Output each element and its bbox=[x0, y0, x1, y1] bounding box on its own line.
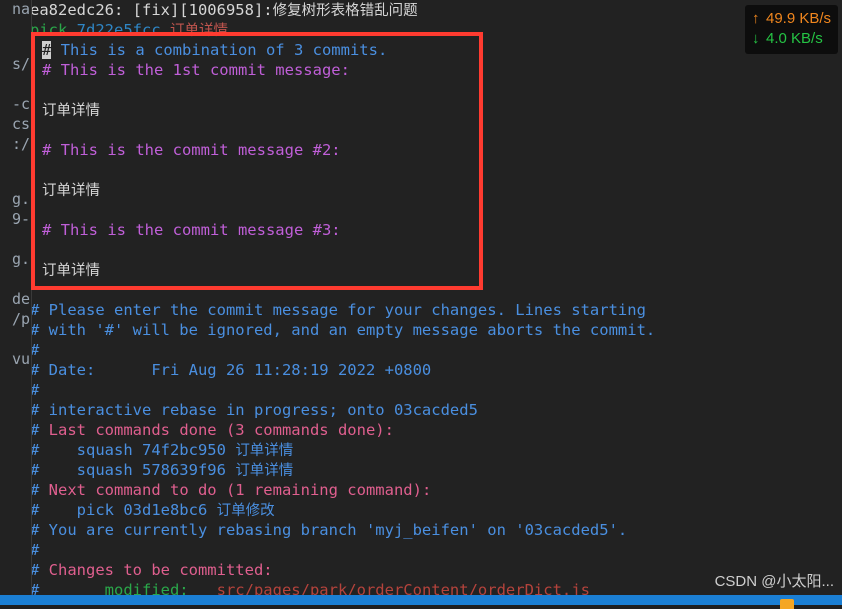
terminal-line: # This is the 1st commit message: bbox=[42, 60, 350, 80]
taskbar-indicator bbox=[780, 599, 794, 609]
terminal-text-segment: # Please enter the commit message for yo… bbox=[32, 301, 646, 319]
text-cursor: # bbox=[42, 41, 52, 59]
terminal-text-segment: # with '#' will be ignored, and an empty… bbox=[32, 321, 656, 339]
terminal-line: # pick 03d1e8bc6 订单修改 bbox=[32, 500, 275, 520]
terminal-text-segment: # bbox=[32, 541, 39, 559]
terminal-line: # Changes to be committed: bbox=[32, 560, 273, 580]
download-speed-value: 4.0 KB/s bbox=[766, 30, 823, 47]
terminal-text-segment: # bbox=[32, 481, 49, 499]
gutter-text-fragment: na bbox=[11, 0, 30, 18]
terminal-text-segment: # You are currently rebasing branch 'myj… bbox=[32, 521, 628, 539]
terminal-text-segment: # bbox=[32, 381, 39, 399]
terminal-text-segment: 订单详情 bbox=[235, 443, 294, 459]
terminal-text-segment: This is a combination of 3 commits. bbox=[51, 41, 388, 59]
terminal-text-segment: # squash 578639f96 bbox=[32, 461, 236, 479]
terminal-text-segment: pick bbox=[32, 21, 77, 39]
download-speed-row: ↓ 4.0 KB/s bbox=[752, 29, 831, 49]
terminal-text-segment: # This is the commit message #3: bbox=[42, 221, 341, 239]
terminal-text-segment: 7d22e5fcc bbox=[76, 21, 170, 39]
left-gutter-column: na s/ -c cs :/ g. 9- g. de/p vu bbox=[0, 0, 31, 605]
csdn-watermark: CSDN @小太阳... bbox=[714, 573, 834, 590]
terminal-text-segment: 订单详情 bbox=[170, 23, 228, 39]
upload-speed-value: 49.9 KB/s bbox=[766, 10, 832, 27]
gutter-text-fragment: vu bbox=[11, 350, 30, 368]
terminal-line: 订单详情 bbox=[42, 100, 100, 120]
terminal-line: # bbox=[32, 340, 39, 360]
terminal-text-segment: 订单详情 bbox=[42, 183, 100, 199]
terminal-line: # squash 578639f96 订单详情 bbox=[32, 460, 293, 480]
gutter-text-fragment: -c bbox=[11, 95, 30, 113]
terminal-line: # Please enter the commit message for yo… bbox=[32, 300, 646, 320]
terminal-text-segment: # bbox=[32, 341, 39, 359]
network-speed-widget[interactable]: ↑ 49.9 KB/s ↓ 4.0 KB/s bbox=[745, 5, 839, 54]
terminal-line: 订单详情 bbox=[42, 260, 100, 280]
terminal-line: # Date: Fri Aug 26 11:28:19 2022 +0800 bbox=[32, 360, 431, 380]
terminal-text-segment: 订单详情 bbox=[42, 263, 100, 279]
download-arrow-icon: ↓ bbox=[752, 30, 760, 47]
gutter-text-fragment: 9- bbox=[11, 210, 30, 228]
gutter-text-fragment: cs bbox=[11, 115, 30, 133]
terminal-text-segment: # Date: Fri Aug 26 11:28:19 2022 +0800 bbox=[32, 361, 432, 379]
terminal-line: # with '#' will be ignored, and an empty… bbox=[32, 320, 655, 340]
taskbar[interactable] bbox=[0, 595, 842, 609]
terminal-text-segment: # bbox=[32, 421, 49, 439]
terminal-text-segment: Next command to do (1 remaining command)… bbox=[48, 481, 432, 499]
gutter-text-fragment: g. bbox=[11, 190, 30, 208]
terminal-text-segment: # bbox=[32, 561, 49, 579]
terminal-text-segment: Last commands done (3 commands done): bbox=[48, 421, 394, 439]
terminal-line: # Last commands done (3 commands done): bbox=[32, 420, 394, 440]
upload-speed-row: ↑ 49.9 KB/s bbox=[752, 9, 831, 29]
terminal-line: ea82edc26: [fix][1006958]:修复树形表格错乱问题 bbox=[32, 0, 418, 20]
terminal-text-segment: # This is the 1st commit message: bbox=[42, 61, 350, 79]
terminal-line: # This is a combination of 3 commits. bbox=[42, 40, 387, 60]
terminal-line: pick 7d22e5fcc 订单详情 bbox=[32, 20, 228, 40]
terminal-line: 订单详情 bbox=[42, 180, 100, 200]
gutter-text-fragment: /p bbox=[11, 310, 30, 328]
terminal-text-segment: # interactive rebase in progress; onto 0… bbox=[32, 401, 478, 419]
terminal-line: # squash 74f2bc950 订单详情 bbox=[32, 440, 293, 460]
terminal-line: # You are currently rebasing branch 'myj… bbox=[32, 520, 627, 540]
terminal-line: # This is the commit message #2: bbox=[42, 140, 341, 160]
terminal-line: # This is the commit message #3: bbox=[42, 220, 341, 240]
gutter-text-fragment: g. bbox=[11, 250, 30, 268]
terminal-text-segment: 订单详情 bbox=[42, 103, 100, 119]
terminal-line: # Next command to do (1 remaining comman… bbox=[32, 480, 431, 500]
terminal-line: # interactive rebase in progress; onto 0… bbox=[32, 400, 478, 420]
terminal-text-segment: 订单修改 bbox=[216, 503, 275, 519]
terminal-text-segment: ea82edc26: [fix][1006958]: bbox=[32, 1, 273, 19]
terminal-text-segment: 订单详情 bbox=[235, 463, 294, 479]
terminal-text-segment: # squash 74f2bc950 bbox=[32, 441, 236, 459]
terminal-window: na s/ -c cs :/ g. 9- g. de/p vu ea82edc26: [fix][… bbox=[0, 0, 842, 609]
gutter-text-fragment: :/ bbox=[11, 135, 30, 153]
upload-arrow-icon: ↑ bbox=[752, 10, 760, 27]
gutter-text-fragment: de bbox=[11, 290, 30, 308]
terminal-text-segment: # This is the commit message #2: bbox=[42, 141, 341, 159]
terminal-line: # bbox=[32, 380, 39, 400]
terminal-text-area[interactable]: ea82edc26: [fix][1006958]:修复树形表格错乱问题 pick… bbox=[32, 0, 842, 605]
terminal-line: # bbox=[32, 540, 39, 560]
terminal-text-segment: Changes to be committed: bbox=[48, 561, 273, 579]
gutter-text-fragment: s/ bbox=[11, 55, 30, 73]
terminal-text-segment: 修复树形表格错乱问题 bbox=[272, 3, 418, 19]
terminal-text-segment: # pick 03d1e8bc6 bbox=[32, 501, 217, 519]
